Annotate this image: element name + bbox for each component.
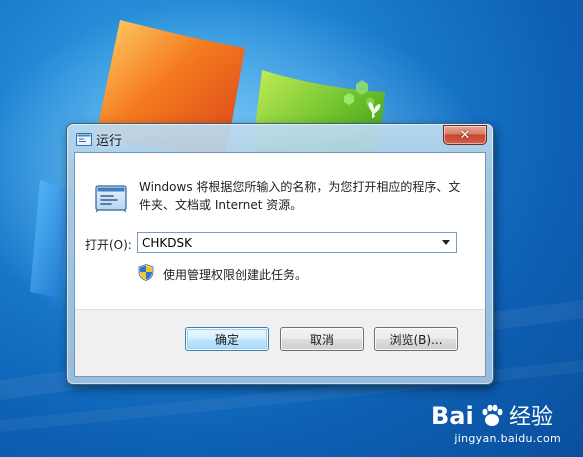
chevron-down-icon (442, 240, 450, 245)
run-icon (76, 133, 92, 146)
watermark: Bai 经验 jingyan.baidu.com (431, 400, 561, 445)
browse-button[interactable]: 浏览(B)... (374, 327, 458, 351)
cancel-button[interactable]: 取消 (280, 327, 364, 351)
baidu-jingyan-logo: Bai 经验 (431, 400, 561, 430)
ok-button[interactable]: 确定 (185, 327, 269, 351)
svg-text:Bai: Bai (431, 402, 474, 430)
close-icon: ✕ (459, 127, 471, 143)
open-label: 打开(O): (85, 238, 132, 252)
title-bar[interactable]: 运行 ✕ (67, 124, 493, 152)
svg-text:经验: 经验 (509, 405, 553, 430)
command-input[interactable] (138, 233, 442, 252)
baidu-paw-logo-icon: Bai 经验 (431, 402, 553, 430)
run-description: Windows 将根据您所输入的名称，为您打开相应的程序、文件夹、文档或 Int… (139, 180, 461, 212)
shield-icon (138, 264, 154, 281)
dialog-client-area: Windows 将根据您所输入的名称，为您打开相应的程序、文件夹、文档或 Int… (74, 152, 486, 377)
run-dialog: 运行 ✕ Windows 将根据您所输入的名称，为您打开相应的程序、文件夹、文档… (66, 123, 494, 385)
watermark-url: jingyan.baidu.com (454, 432, 561, 445)
close-button[interactable]: ✕ (443, 125, 487, 145)
run-program-icon (95, 185, 127, 213)
dropdown-button[interactable] (438, 233, 454, 252)
window-title: 运行 (96, 134, 123, 149)
command-combobox[interactable] (137, 232, 457, 253)
admin-privilege-note: 使用管理权限创建此任务。 (163, 268, 308, 282)
desktop: 运行 ✕ Windows 将根据您所输入的名称，为您打开相应的程序、文件夹、文档… (0, 0, 583, 457)
